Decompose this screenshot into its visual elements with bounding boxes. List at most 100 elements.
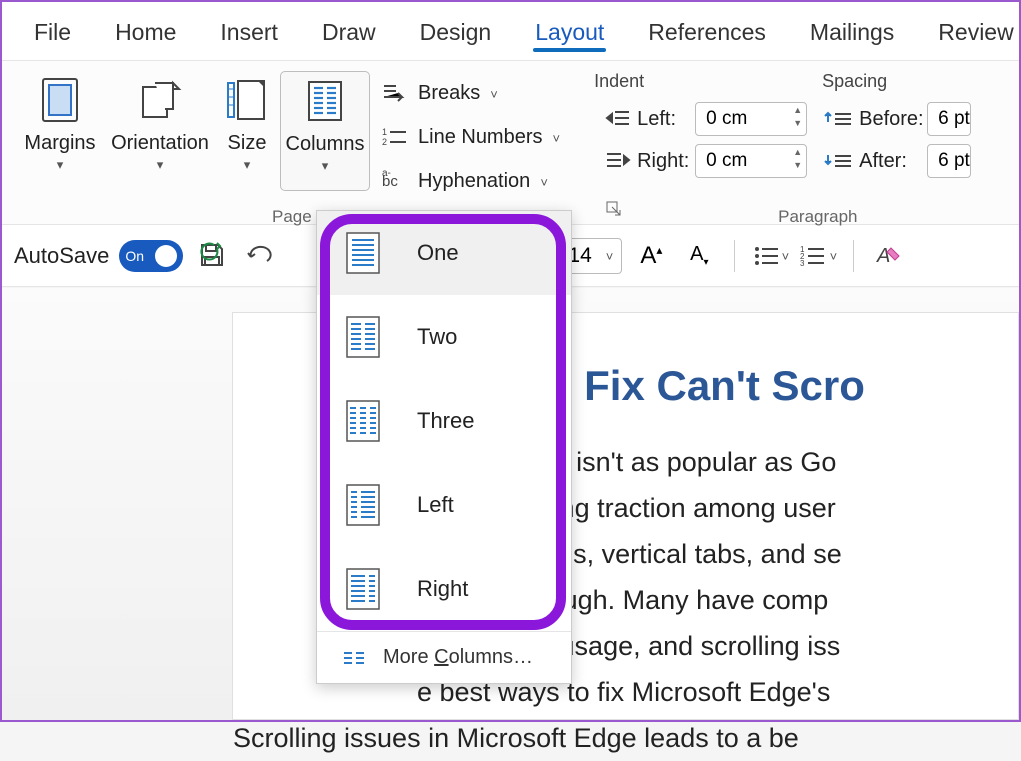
margins-button[interactable]: Margins ▾ [14,71,106,191]
spacing-after-input[interactable]: 6 pt [927,144,971,178]
paragraph-group: Indent Spacing Left: 0 cm▲▼ Before: 6 pt… [568,71,984,224]
chevron-down-icon: ▾ [244,157,251,173]
numbering-icon: 123 [800,244,830,268]
breaks-icon [382,82,408,104]
columns-right-icon [345,567,381,611]
line-numbers-icon: 1 2 [382,126,408,148]
autosave-toggle[interactable]: On [119,240,183,272]
more-columns-label: More Columns… [383,646,533,669]
chevron-down-icon: ˅ [606,249,614,264]
spacing-before-value: 6 pt [938,108,970,130]
columns-three-icon [345,399,381,443]
columns-option-label: Three [417,408,474,434]
hyphenation-label: Hyphenation [418,170,530,193]
chevron-down-icon: ˅ [490,87,498,102]
tab-insert[interactable]: Insert [198,7,300,56]
orientation-label: Orientation [111,131,209,155]
ribbon: Margins ▾ Orientation ▾ Size ▾ [2,60,1019,225]
columns-one-icon [345,231,381,275]
autosave-label: AutoSave [14,243,109,269]
indent-header: Indent [594,71,822,92]
numbering-button[interactable]: 123˅ [799,237,837,275]
breaks-label: Breaks [418,82,480,105]
tab-mailings[interactable]: Mailings [788,7,916,56]
breaks-button[interactable]: Breaks ˅ [376,71,566,115]
size-button[interactable]: Size ▾ [214,71,280,191]
indent-right-value: 0 cm [706,150,747,172]
orientation-button[interactable]: Orientation ▾ [106,71,214,191]
indent-right-icon [605,150,631,172]
columns-option-one[interactable]: One [317,211,571,295]
svg-text:3: 3 [800,259,805,268]
tab-draw[interactable]: Draw [300,7,398,56]
line-numbers-label: Line Numbers [418,126,543,149]
columns-option-left[interactable]: Left [317,463,571,547]
columns-icon [305,78,345,124]
columns-option-label: Right [417,576,468,602]
columns-option-right[interactable]: Right [317,547,571,631]
columns-option-two[interactable]: Two [317,295,571,379]
indent-left-label: Left: [637,108,689,131]
tab-references[interactable]: References [626,7,788,56]
indent-right-label: Right: [637,150,689,173]
bullets-icon [752,244,782,268]
columns-option-three[interactable]: Three [317,379,571,463]
undo-icon [245,243,275,269]
chevron-down-icon: ▾ [157,157,164,173]
line-numbers-button[interactable]: 1 2 Line Numbers ˅ [376,115,566,159]
columns-dropdown: One Two Three Left Right More Columns… [316,210,572,684]
spacing-before-input[interactable]: 6 pt [927,102,971,136]
paragraph-group-label: Paragraph [778,207,857,227]
decrease-font-button[interactable]: A▾ [680,237,718,275]
columns-two-icon [345,315,381,359]
more-columns-icon [343,650,365,666]
columns-label: Columns [286,132,365,156]
size-icon [226,77,268,123]
columns-option-label: Two [417,324,457,350]
spacing-header: Spacing [822,71,982,92]
chevron-down-icon: ▾ [322,158,329,174]
more-columns-button[interactable]: More Columns… [317,631,571,683]
orientation-icon [137,77,183,123]
autosave-toggle-knob [155,245,177,267]
page-setup-group: Margins ▾ Orientation ▾ Size ▾ [12,71,568,224]
autosave-toggle-state: On [125,248,144,264]
page-setup-small: Breaks ˅ 1 2 Line Numbers ˅ bca- Hyphena… [370,71,566,203]
columns-button[interactable]: Columns ▾ [280,71,370,191]
svg-text:1: 1 [382,127,387,137]
margins-label: Margins [24,131,95,155]
tab-design[interactable]: Design [398,7,514,56]
tab-home[interactable]: Home [93,7,198,56]
indent-left-value: 0 cm [706,108,747,130]
body-line: Scrolling issues in Microsoft Edge leads… [233,715,1018,761]
indent-left-icon [605,108,631,130]
menu-tabs: File Home Insert Draw Design Layout Refe… [2,2,1019,60]
clear-format-icon: A [875,242,903,270]
hyphenation-button[interactable]: bca- Hyphenation ˅ [376,159,566,203]
tab-review[interactable]: Review [916,7,1021,56]
save-icon [197,241,227,271]
columns-left-icon [345,483,381,527]
hyphenation-icon: bca- [382,170,408,192]
save-button[interactable] [193,237,231,275]
columns-option-label: One [417,240,459,266]
indent-left-input[interactable]: 0 cm▲▼ [695,102,807,136]
svg-text:A: A [876,245,890,267]
undo-button[interactable] [241,237,279,275]
tab-file[interactable]: File [12,7,93,56]
increase-font-button[interactable]: A▴ [632,237,670,275]
chevron-down-icon: ˅ [540,175,548,190]
chevron-down-icon: ▾ [57,157,64,173]
spacing-before-icon [823,108,853,130]
indent-right-input[interactable]: 0 cm▲▼ [695,144,807,178]
margins-icon [39,77,81,123]
tab-layout[interactable]: Layout [513,7,626,56]
size-label: Size [228,131,267,155]
chevron-down-icon: ˅ [553,131,561,146]
spacing-after-value: 6 pt [938,150,970,172]
spacing-before-label: Before: [859,108,921,131]
clear-formatting-button[interactable]: A [870,237,908,275]
spacing-after-icon [823,150,853,172]
spacing-after-label: After: [859,150,921,173]
bullets-button[interactable]: ˅ [751,237,789,275]
